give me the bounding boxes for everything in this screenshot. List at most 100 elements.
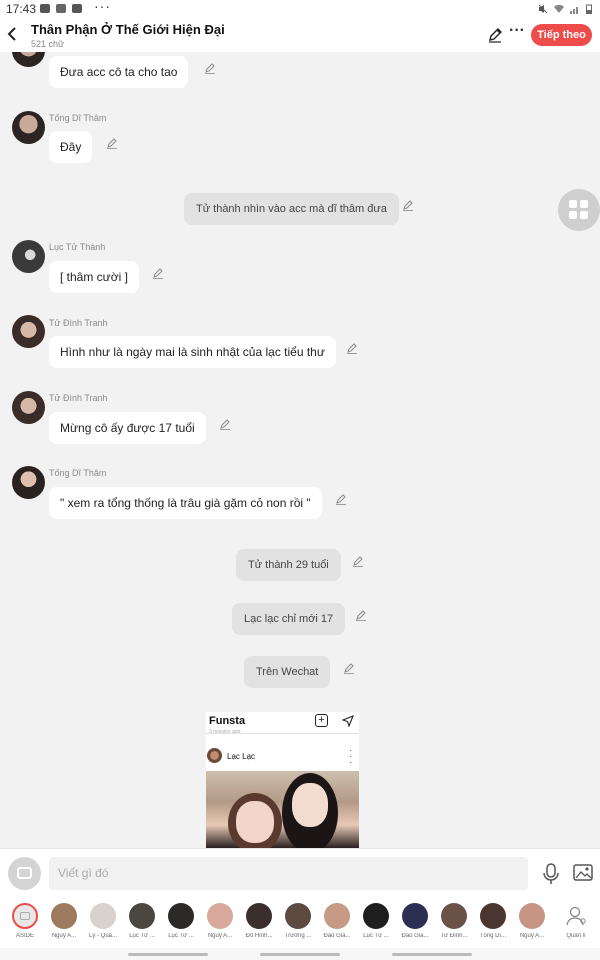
funsta-title: Funsta <box>209 715 246 727</box>
narration-bubble[interactable]: Lạc lạc chỉ mới 17 <box>232 603 346 635</box>
post-menu-icon: · · · <box>349 745 353 768</box>
character-label: Đào Gia... <box>323 933 351 939</box>
message-bubble[interactable]: [ thâm cười ] <box>49 261 139 293</box>
edit-pencil-icon[interactable] <box>402 199 414 211</box>
edit-pencil-icon[interactable] <box>219 418 231 430</box>
aside-toggle-button[interactable] <box>8 857 41 890</box>
message-bubble[interactable]: Đưa acc cô ta cho tao <box>49 56 189 88</box>
character-label: Lục Tử ... <box>129 933 155 939</box>
character-item[interactable]: Đào Gia... <box>317 903 357 939</box>
character-item[interactable]: Nguy A... <box>200 903 240 939</box>
character-label: Nguy A... <box>51 933 77 939</box>
character-label: Trường ... <box>284 933 312 939</box>
avatar[interactable] <box>12 391 45 424</box>
edit-pencil-icon[interactable] <box>335 493 347 505</box>
avatar[interactable] <box>12 111 45 144</box>
narration-bubble[interactable]: Tử thành nhìn vào acc mà dĩ thâm đưa <box>184 193 399 225</box>
edit-pencil-icon[interactable] <box>204 62 216 74</box>
character-aside[interactable]: ASIDE <box>5 903 45 939</box>
character-item[interactable]: Đào Gia... <box>395 903 435 939</box>
edit-pencil-icon[interactable] <box>106 137 118 149</box>
character-label: Lý - Quả... <box>88 933 117 939</box>
pencil-icon <box>489 28 502 43</box>
avatar[interactable] <box>12 240 45 273</box>
divider <box>206 733 359 734</box>
youtube-notification-icon <box>56 4 66 13</box>
message-bubble[interactable]: Hình như là ngày mai là sinh nhật của lạ… <box>49 336 336 368</box>
post-photo <box>206 771 359 848</box>
wifi-icon <box>554 3 564 14</box>
character-name: Tống Dĩ Thâm <box>49 468 107 478</box>
character-avatar <box>324 903 350 929</box>
character-item[interactable]: Lý - Quả... <box>83 903 123 939</box>
character-avatar <box>129 903 155 929</box>
avatar[interactable] <box>12 52 45 67</box>
message-bubble[interactable]: " xem ra tổng thống là trâu già gặm cỏ n… <box>49 487 322 519</box>
manage-characters-button[interactable]: Quản lí <box>556 903 596 939</box>
character-label: Tử Đình... <box>440 933 468 939</box>
battery-icon <box>586 3 592 15</box>
edit-story-button[interactable] <box>487 27 503 43</box>
notification-icons <box>40 4 82 13</box>
character-label: Lục Tử ... <box>363 933 389 939</box>
chevron-left-icon <box>7 27 16 41</box>
message-bubble[interactable]: Mừng cô ấy được 17 tuổi <box>49 412 206 444</box>
character-item[interactable]: Nguy A... <box>512 903 552 939</box>
character-item[interactable]: Đô Hình... <box>239 903 279 939</box>
nav-home-handle[interactable] <box>260 953 340 956</box>
message-input[interactable]: Viết gì đó <box>49 857 528 890</box>
status-time: 17:43 <box>6 2 37 16</box>
back-button[interactable] <box>6 24 20 44</box>
character-strip: ASIDE Nguy A... Lý - Quả... Lục Tử ... L… <box>0 898 600 948</box>
add-post-icon: + <box>315 714 328 727</box>
narration-bubble[interactable]: Tử thành 29 tuổi <box>236 549 341 581</box>
character-item[interactable]: Tống Dĩ... <box>473 903 513 939</box>
next-button[interactable]: Tiếp theo <box>531 24 592 46</box>
character-item[interactable]: Lục Tử ... <box>161 903 201 939</box>
nav-back-handle[interactable] <box>392 953 472 956</box>
character-label: Tống Dĩ... <box>479 933 507 939</box>
character-item[interactable]: Trường ... <box>278 903 318 939</box>
gallery-notification-icon <box>40 4 50 13</box>
manage-user-icon <box>563 903 589 929</box>
character-avatar <box>402 903 428 929</box>
status-bar: 17:43 ··· <box>0 0 600 18</box>
more-options-button[interactable]: ··· <box>509 22 525 40</box>
narration-bubble[interactable]: Trên Wechat <box>244 656 331 688</box>
character-avatar <box>285 903 311 929</box>
character-avatar <box>246 903 272 929</box>
edit-pencil-icon[interactable] <box>343 662 355 674</box>
chat-area[interactable]: Đưa acc cô ta cho tao Tống Dĩ Thâm Đây T… <box>0 52 600 848</box>
character-name: Lục Tử Thành <box>49 242 106 252</box>
send-icon <box>342 715 354 727</box>
app-notification-icon <box>72 4 82 13</box>
edit-pencil-icon[interactable] <box>152 267 164 279</box>
nav-recent-handle[interactable] <box>128 953 208 956</box>
system-status-icons <box>538 3 592 15</box>
edit-pencil-icon[interactable] <box>355 609 367 621</box>
message-bubble[interactable]: Đây <box>49 131 93 163</box>
photo-figure <box>292 783 328 827</box>
grid-icon <box>569 200 577 208</box>
character-name: Tử Đình Tranh <box>49 393 108 403</box>
avatar[interactable] <box>12 466 45 499</box>
edit-pencil-icon[interactable] <box>346 342 358 354</box>
character-item[interactable]: Lục Tử ... <box>122 903 162 939</box>
character-item[interactable]: Nguy A... <box>44 903 84 939</box>
character-avatar <box>51 903 77 929</box>
character-avatar <box>168 903 194 929</box>
edit-pencil-icon[interactable] <box>352 555 364 567</box>
microphone-icon[interactable] <box>542 863 560 885</box>
aside-avatar <box>12 903 38 929</box>
character-name: Tống Dĩ Thâm <box>49 113 107 123</box>
grid-menu-button[interactable] <box>558 189 600 231</box>
character-item[interactable]: Tử Đình... <box>434 903 474 939</box>
image-upload-icon[interactable] <box>573 864 593 881</box>
character-avatar <box>90 903 116 929</box>
character-avatar <box>207 903 233 929</box>
avatar[interactable] <box>12 315 45 348</box>
character-label: Lục Tử ... <box>168 933 194 939</box>
image-message[interactable]: Funsta + 3 minutes ago Lạc Lạc · · · <box>206 712 359 848</box>
character-item[interactable]: Lục Tử ... <box>356 903 396 939</box>
story-header: Thân Phận Ở Thế Giới Hiện Đại 521 chữ ··… <box>0 18 600 52</box>
